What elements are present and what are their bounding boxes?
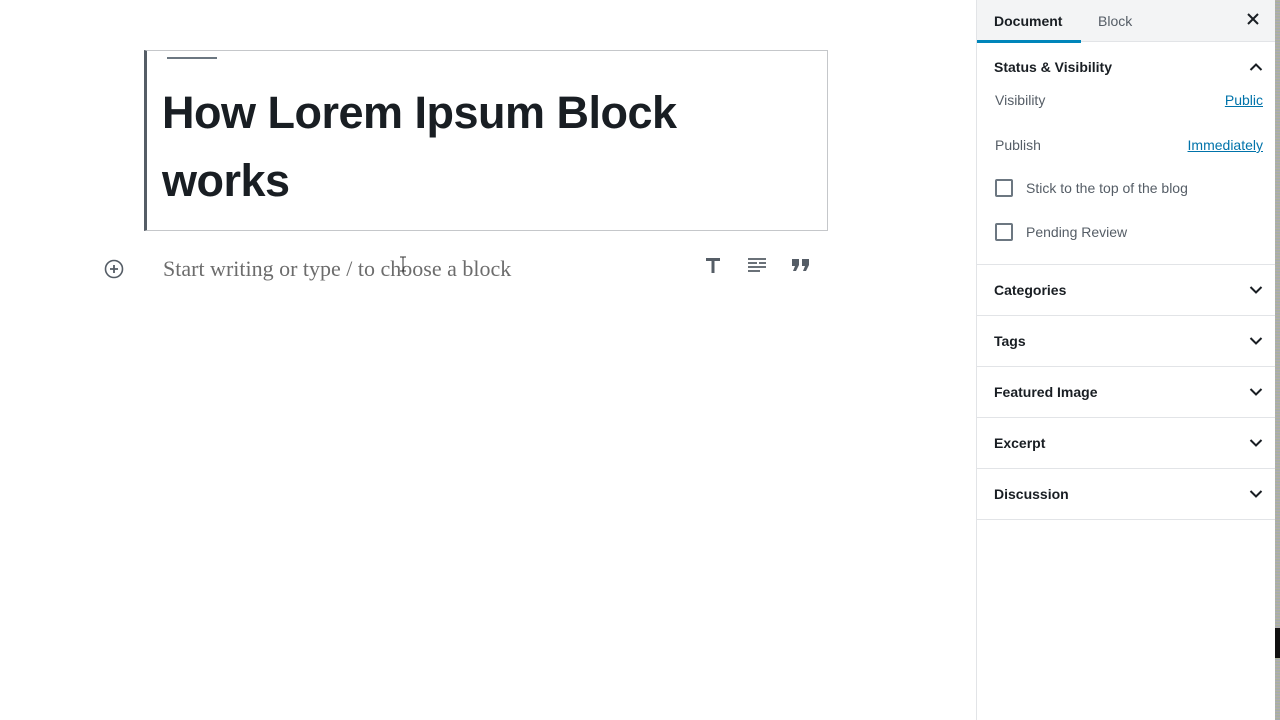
pending-review-option: Pending Review — [995, 210, 1263, 254]
tags-panel: Tags — [977, 316, 1275, 367]
quote-icon — [792, 259, 809, 271]
discussion-panel: Discussion — [977, 469, 1275, 520]
panel-title: Excerpt — [994, 435, 1046, 451]
discussion-toggle[interactable]: Discussion — [977, 469, 1275, 519]
screen-edge-artifact — [1275, 0, 1280, 720]
chevron-down-icon — [1249, 286, 1263, 294]
panel-title: Tags — [994, 333, 1026, 349]
categories-panel: Categories — [977, 265, 1275, 316]
chevron-down-icon — [1249, 337, 1263, 345]
status-visibility-toggle[interactable]: Status & Visibility — [977, 42, 1275, 92]
publish-row: Publish Immediately — [995, 124, 1263, 166]
text-cursor-icon — [400, 256, 406, 272]
heading-T-icon — [706, 258, 720, 273]
block-placeholder[interactable]: Start writing or type / to choose a bloc… — [163, 256, 511, 282]
chevron-down-icon — [1249, 388, 1263, 396]
add-quote-button[interactable] — [788, 252, 814, 278]
featured-image-toggle[interactable]: Featured Image — [977, 367, 1275, 417]
plus-circle-icon — [104, 259, 123, 278]
close-icon — [1247, 13, 1259, 25]
publish-label: Publish — [995, 137, 1041, 153]
categories-toggle[interactable]: Categories — [977, 265, 1275, 315]
pending-review-label[interactable]: Pending Review — [1026, 224, 1127, 240]
publish-date-link[interactable]: Immediately — [1188, 137, 1263, 153]
quick-inserter-toolbar — [700, 252, 814, 278]
block-inserter-button[interactable] — [103, 258, 124, 279]
close-sidebar-button[interactable] — [1241, 7, 1265, 31]
panel-title: Discussion — [994, 486, 1069, 502]
panel-title: Categories — [994, 282, 1067, 298]
status-visibility-panel: Status & Visibility Visibility Public Pu… — [977, 42, 1275, 265]
visibility-row: Visibility Public — [995, 92, 1263, 124]
title-drag-handle[interactable] — [167, 57, 217, 59]
chevron-up-icon — [1249, 63, 1263, 71]
panel-title: Status & Visibility — [994, 59, 1112, 75]
paragraph-lines-icon — [748, 258, 766, 272]
chevron-down-icon — [1249, 490, 1263, 498]
visibility-link[interactable]: Public — [1225, 92, 1263, 108]
tab-block[interactable]: Block — [1081, 0, 1149, 42]
sticky-option: Stick to the top of the blog — [995, 166, 1263, 210]
visibility-label: Visibility — [995, 92, 1046, 108]
screen-edge-dark-segment — [1275, 628, 1280, 658]
pending-review-checkbox[interactable] — [995, 223, 1013, 241]
post-title[interactable]: How Lorem Ipsum Block works — [162, 79, 802, 215]
excerpt-panel: Excerpt — [977, 418, 1275, 469]
settings-sidebar: Document Block Status & Visibility Visib… — [976, 0, 1275, 720]
sticky-checkbox[interactable] — [995, 179, 1013, 197]
tab-document[interactable]: Document — [977, 0, 1081, 43]
editor-canvas: How Lorem Ipsum Block works Start writin… — [0, 0, 976, 720]
featured-image-panel: Featured Image — [977, 367, 1275, 418]
excerpt-toggle[interactable]: Excerpt — [977, 418, 1275, 468]
add-paragraph-button[interactable] — [744, 252, 770, 278]
sticky-label[interactable]: Stick to the top of the blog — [1026, 180, 1188, 196]
tags-toggle[interactable]: Tags — [977, 316, 1275, 366]
chevron-down-icon — [1249, 439, 1263, 447]
panel-title: Featured Image — [994, 384, 1098, 400]
sidebar-tabs: Document Block — [977, 0, 1275, 43]
post-title-block[interactable]: How Lorem Ipsum Block works — [144, 50, 828, 231]
add-heading-button[interactable] — [700, 252, 726, 278]
